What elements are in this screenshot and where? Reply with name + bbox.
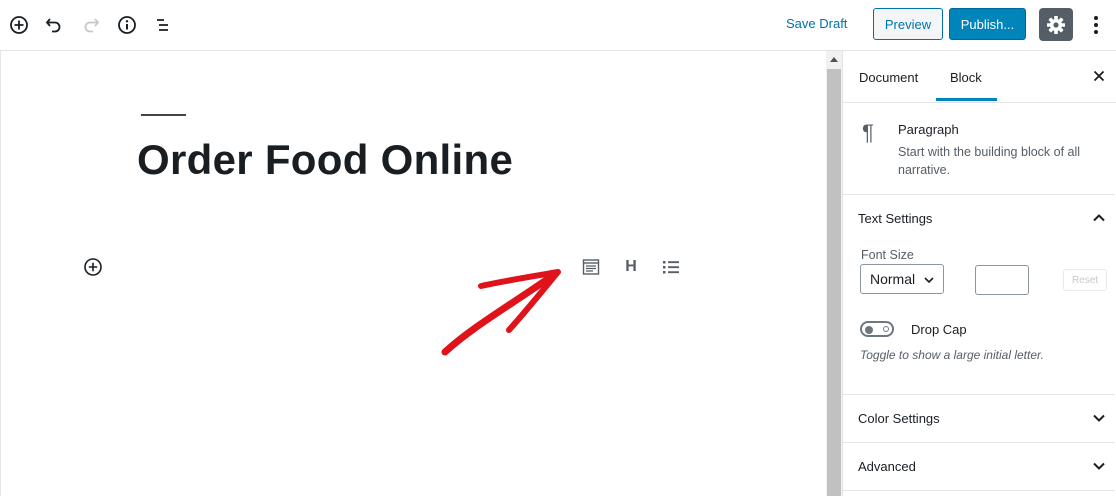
font-size-value: Normal [870, 271, 916, 287]
red-arrow-annotation [441, 269, 561, 356]
tab-block[interactable]: Block [950, 70, 982, 85]
save-draft-button[interactable]: Save Draft [786, 16, 847, 31]
block-description: Start with the building block of all nar… [898, 145, 1081, 177]
heading-icon: H [625, 258, 637, 275]
scroll-up-arrow-icon[interactable] [830, 57, 838, 62]
panel-title: Advanced [858, 459, 916, 474]
panel-title: Text Settings [858, 211, 933, 226]
gear-icon [1047, 15, 1065, 34]
preview-button[interactable]: Preview [873, 8, 943, 40]
text-settings-body: Font Size Normal Reset Drop Cap Toggle t… [843, 242, 1115, 395]
settings-button[interactable] [1039, 8, 1073, 41]
paragraph-icon [582, 259, 600, 275]
paragraph-icon: ¶ [862, 120, 874, 145]
more-menu-button[interactable] [1087, 12, 1105, 38]
close-sidebar-button[interactable] [1091, 68, 1107, 84]
list-block-button[interactable] [659, 255, 683, 279]
paragraph-block-button[interactable] [579, 255, 603, 279]
add-block-icon[interactable] [6, 12, 32, 38]
drop-cap-label: Drop Cap [911, 322, 967, 337]
chevron-up-icon [1093, 214, 1105, 222]
post-title[interactable]: Order Food Online [137, 136, 513, 184]
chevron-down-icon [1093, 462, 1105, 470]
editor-toolbar: Save Draft Preview Publish... [0, 0, 1116, 51]
inline-block-inserter[interactable] [83, 257, 103, 277]
toggle-off-indicator [883, 326, 889, 332]
drop-cap-help: Toggle to show a large initial letter. [860, 348, 1044, 362]
block-navigation-icon[interactable] [150, 12, 176, 38]
chevron-down-icon [924, 277, 934, 284]
editor-canvas[interactable]: Order Food Online H [0, 51, 826, 496]
scrollbar-thumb[interactable] [827, 69, 841, 496]
chevron-down-icon [1093, 414, 1105, 422]
list-icon [663, 261, 679, 274]
toggle-knob [865, 326, 873, 334]
active-tab-indicator [936, 98, 997, 101]
block-name: Paragraph [898, 122, 959, 137]
font-size-select[interactable]: Normal [860, 264, 944, 294]
tab-document[interactable]: Document [859, 70, 918, 85]
undo-icon[interactable] [41, 12, 67, 38]
info-icon[interactable] [114, 12, 140, 38]
sidebar-tabs: Document Block [843, 51, 1116, 103]
custom-font-size-input[interactable] [975, 265, 1029, 295]
panel-title: Color Settings [858, 411, 940, 426]
heading-block-button[interactable]: H [619, 255, 643, 279]
font-size-label: Font Size [861, 248, 914, 262]
block-card: ¶ Paragraph Start with the building bloc… [843, 102, 1115, 195]
redo-icon[interactable] [78, 12, 104, 38]
drop-cap-toggle[interactable] [860, 321, 894, 337]
more-vertical-icon [1094, 16, 1098, 34]
settings-sidebar: Document Block ¶ Paragraph Start with th… [842, 51, 1116, 496]
editor-scrollbar[interactable] [826, 51, 842, 496]
text-settings-panel-toggle[interactable]: Text Settings [843, 194, 1115, 242]
advanced-panel-toggle[interactable]: Advanced [843, 442, 1115, 491]
close-icon [1093, 70, 1105, 82]
add-block-icon [84, 258, 102, 276]
publish-button[interactable]: Publish... [949, 8, 1026, 40]
title-separator [141, 114, 186, 116]
reset-button[interactable]: Reset [1063, 269, 1107, 291]
color-settings-panel-toggle[interactable]: Color Settings [843, 394, 1115, 443]
